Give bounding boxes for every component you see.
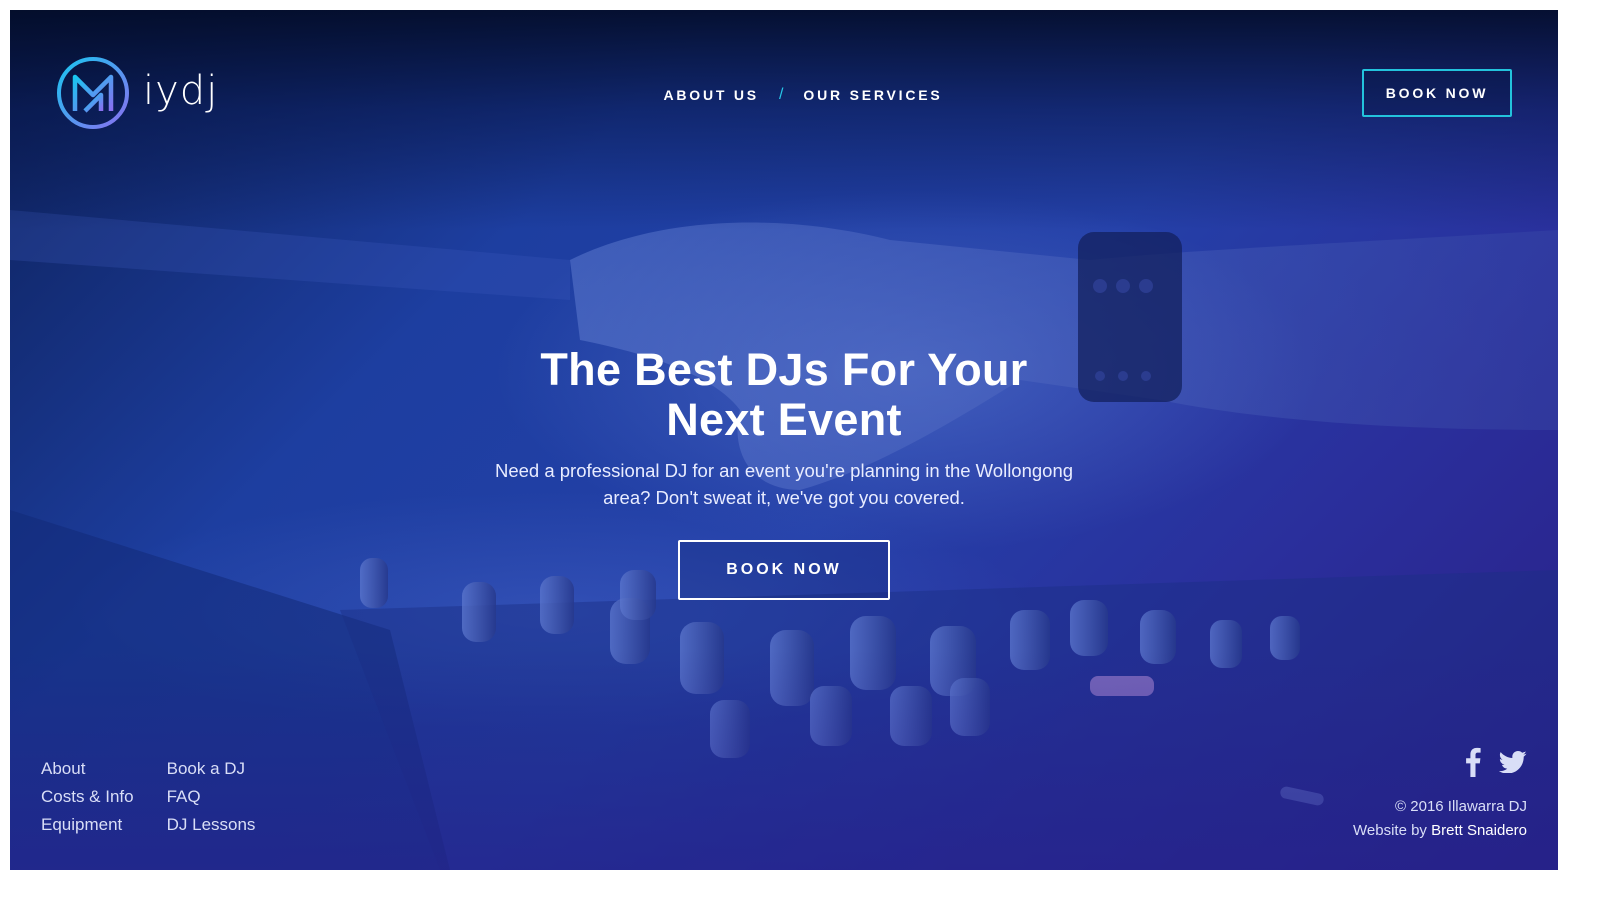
footer-link-equipment[interactable]: Equipment <box>41 811 134 839</box>
website-credit: Website by Brett Snaidero <box>1353 819 1527 843</box>
footer-link-about[interactable]: About <box>41 755 134 783</box>
footer-column-1: About Costs & Info Equipment <box>41 755 134 839</box>
social-links <box>1465 747 1527 777</box>
hero-subtitle: Need a professional DJ for an event you'… <box>494 460 1074 508</box>
hero-book-now-button[interactable]: BOOK NOW <box>678 540 890 600</box>
copyright-text: © 2016 Illawarra DJ <box>1395 798 1527 815</box>
header-book-now-button[interactable]: BOOK NOW <box>1362 69 1512 117</box>
top-shade <box>10 10 1558 230</box>
twitter-icon[interactable] <box>1499 751 1527 773</box>
credit-author-link[interactable]: Brett Snaidero <box>1431 822 1527 839</box>
nav-link-our-services[interactable]: OUR SERVICES <box>803 87 942 103</box>
main-nav: ABOUT US / OUR SERVICES <box>10 86 1558 104</box>
footer-links: About Costs & Info Equipment Book a DJ F… <box>41 755 255 839</box>
footer-link-dj-lessons[interactable]: DJ Lessons <box>167 811 256 839</box>
facebook-icon[interactable] <box>1465 747 1481 777</box>
nav-link-about-us[interactable]: ABOUT US <box>663 87 759 103</box>
footer-column-2: Book a DJ FAQ DJ Lessons <box>167 755 256 839</box>
footer-link-faq[interactable]: FAQ <box>167 783 256 811</box>
nav-separator: / <box>778 86 784 103</box>
hero-title-line-1: The Best DJs For Your <box>540 344 1028 395</box>
footer-link-costs-info[interactable]: Costs & Info <box>41 783 134 811</box>
hero-title-line-2: Next Event <box>666 394 902 445</box>
hero-content: The Best DJs For Your Next Event Need a … <box>10 345 1558 600</box>
credit-prefix: Website by <box>1353 822 1427 839</box>
footer-copyright-block: © 2016 Illawarra DJ Website by Brett Sna… <box>1353 795 1527 843</box>
hero-section: iydj ABOUT US / OUR SERVICES BOOK NOW Th… <box>10 10 1558 870</box>
hero-title: The Best DJs For Your Next Event <box>504 345 1064 445</box>
footer-link-book-a-dj[interactable]: Book a DJ <box>167 755 256 783</box>
